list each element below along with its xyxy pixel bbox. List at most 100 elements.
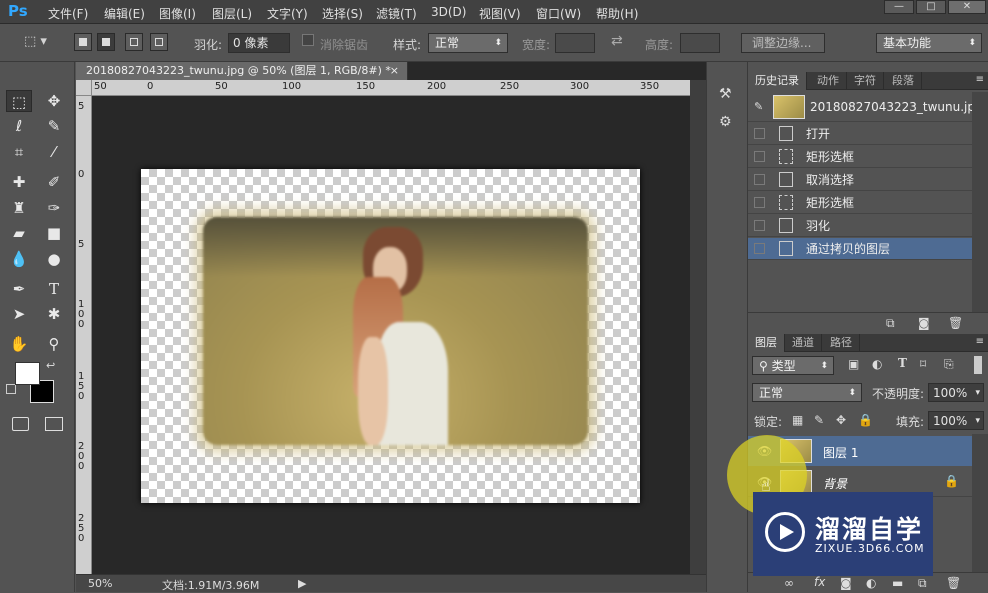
status-menu-arrow-icon[interactable]: ▶ [298, 577, 306, 590]
close-window-button[interactable]: ✕ [948, 0, 986, 14]
refine-edge-button[interactable]: 调整边缘... [741, 33, 825, 53]
tab-layers[interactable]: 图层 [748, 334, 785, 352]
history-item-selected[interactable]: 通过拷贝的图层 [748, 238, 972, 260]
gradient-tool-icon[interactable]: ■ [41, 222, 67, 244]
history-scrollbar[interactable] [972, 92, 988, 312]
antialias-checkbox[interactable] [302, 34, 314, 46]
healing-brush-tool-icon[interactable]: ✚ [6, 171, 32, 193]
history-item[interactable]: 取消选择 [748, 169, 972, 191]
lock-position-icon[interactable]: ✥ [836, 413, 846, 427]
minimize-button[interactable]: — [884, 0, 914, 14]
tab-channels[interactable]: 通道 [785, 334, 822, 352]
default-colors-icon[interactable] [6, 384, 16, 394]
swap-colors-icon[interactable]: ↩ [46, 359, 55, 372]
history-snapshot[interactable]: ✎ 20180827043223_twunu.jpg [748, 92, 983, 122]
group-folder-icon[interactable]: ▬ [892, 576, 903, 590]
fill-input[interactable]: 100% ▾ [928, 411, 984, 430]
menu-view[interactable]: 视图(V) [479, 5, 521, 22]
tab-character[interactable]: 字符 [847, 72, 884, 90]
brush-preset-icon[interactable]: ⚒ [719, 86, 732, 102]
trash-icon[interactable]: 🗑 [948, 316, 963, 330]
type-filter-icon[interactable]: T [898, 356, 907, 370]
menu-3d[interactable]: 3D(D) [431, 5, 466, 19]
feather-input[interactable]: 0 像素 [228, 33, 290, 53]
stamp-tool-icon[interactable]: ♜ [6, 197, 32, 219]
panel-menu-icon[interactable]: ≡ [976, 74, 984, 85]
history-item[interactable]: 羽化 [748, 215, 972, 237]
tab-paragraph[interactable]: 段落 [885, 72, 922, 90]
lock-transparent-icon[interactable]: ▦ [792, 413, 803, 427]
layers-scrollbar[interactable] [972, 434, 988, 572]
tool-preset-icon[interactable]: ⚙ [719, 114, 732, 130]
pen-tool-icon[interactable]: ✒ [6, 278, 32, 300]
new-document-from-state-icon[interactable]: ⧉ [886, 316, 895, 331]
layer-name[interactable]: 图层 1 [823, 444, 858, 461]
document-tab[interactable]: 20180827043223_twunu.jpg @ 50% (图层 1, RG… [76, 62, 408, 80]
filter-toggle[interactable] [974, 356, 982, 374]
tab-actions[interactable]: 动作 [810, 72, 847, 90]
crop-tool-icon[interactable]: ⌗ [6, 141, 32, 163]
close-tab-icon[interactable]: × [390, 62, 399, 80]
menu-select[interactable]: 选择(S) [322, 5, 363, 22]
smart-object-filter-icon[interactable]: ⎘ [944, 357, 954, 372]
pixel-filter-icon[interactable]: ▣ [848, 357, 859, 371]
tab-history[interactable]: 历史记录 [748, 72, 807, 90]
lasso-tool-icon[interactable]: ℓ [6, 115, 32, 137]
history-item[interactable]: 打开 [748, 123, 972, 145]
trash-icon[interactable]: 🗑 [946, 576, 961, 590]
tab-paths[interactable]: 路径 [823, 334, 860, 352]
swap-icon[interactable]: ⇄ [611, 33, 623, 49]
add-selection-icon[interactable] [97, 33, 115, 51]
eyedropper-tool-icon[interactable]: ⁄ [41, 141, 67, 163]
snapshot-camera-icon[interactable]: ◙ [918, 316, 930, 330]
move-tool-icon[interactable]: ✥ [41, 90, 67, 112]
eraser-tool-icon[interactable]: ▰ [6, 222, 32, 244]
layer-name[interactable]: 背景 [823, 475, 847, 492]
rect-marquee-tool-icon[interactable]: ⬚ [6, 90, 32, 112]
history-item[interactable]: 矩形选框 [748, 146, 972, 168]
workspace-dropdown[interactable]: 基本功能 ⬍ [876, 33, 982, 53]
history-brush-tool-icon[interactable]: ✑ [41, 197, 67, 219]
quick-mask-icon[interactable] [12, 417, 29, 431]
new-selection-icon[interactable] [74, 33, 92, 51]
shape-filter-icon[interactable]: ⌑ [920, 357, 926, 371]
menu-help[interactable]: 帮助(H) [596, 5, 638, 22]
menu-type[interactable]: 文字(Y) [267, 5, 308, 22]
intersect-selection-icon[interactable] [150, 33, 168, 51]
vertical-scrollbar[interactable] [690, 80, 706, 574]
brush-tool-icon[interactable]: ✐ [41, 171, 67, 193]
blend-mode-dropdown[interactable]: 正常 ⬍ [752, 383, 862, 402]
adjustment-filter-icon[interactable]: ◐ [872, 357, 882, 371]
restore-button[interactable]: □ [916, 0, 946, 14]
layer-style-icon[interactable]: fx [814, 575, 825, 589]
document-canvas[interactable] [141, 169, 640, 503]
height-input[interactable] [680, 33, 720, 53]
blur-tool-icon[interactable]: 💧 [6, 248, 32, 270]
shape-tool-icon[interactable]: ✱ [41, 303, 67, 325]
menu-window[interactable]: 窗口(W) [536, 5, 581, 22]
dodge-tool-icon[interactable]: ● [41, 248, 67, 270]
type-tool-icon[interactable]: T [41, 278, 67, 300]
screen-mode-icon[interactable] [45, 417, 63, 431]
zoom-tool-icon[interactable]: ⚲ [41, 333, 67, 355]
opacity-input[interactable]: 100% ▾ [928, 383, 984, 402]
adjustment-layer-icon[interactable]: ◐ [866, 576, 876, 590]
subtract-selection-icon[interactable] [125, 33, 143, 51]
menu-layer[interactable]: 图层(L) [212, 5, 252, 22]
width-input[interactable] [555, 33, 595, 53]
new-layer-icon[interactable]: ⧉ [918, 576, 927, 591]
quick-select-tool-icon[interactable]: ✎ [41, 115, 67, 137]
path-select-tool-icon[interactable]: ➤ [6, 303, 32, 325]
link-layers-icon[interactable]: ∞ [784, 576, 794, 590]
style-dropdown[interactable]: 正常 ⬍ [428, 33, 508, 53]
lock-pixels-icon[interactable]: ✎ [814, 413, 824, 427]
layer-mask-icon[interactable]: ◙ [840, 576, 852, 590]
zoom-level[interactable]: 50% [88, 577, 112, 590]
panel-menu-icon[interactable]: ≡ [976, 336, 984, 347]
menu-file[interactable]: 文件(F) [48, 5, 88, 22]
layer-filter-dropdown[interactable]: ⚲ 类型 ⬍ [752, 356, 834, 375]
menu-image[interactable]: 图像(I) [159, 5, 196, 22]
foreground-color-swatch[interactable] [15, 362, 40, 385]
hand-tool-icon[interactable]: ✋ [6, 333, 32, 355]
history-item[interactable]: 矩形选框 [748, 192, 972, 214]
